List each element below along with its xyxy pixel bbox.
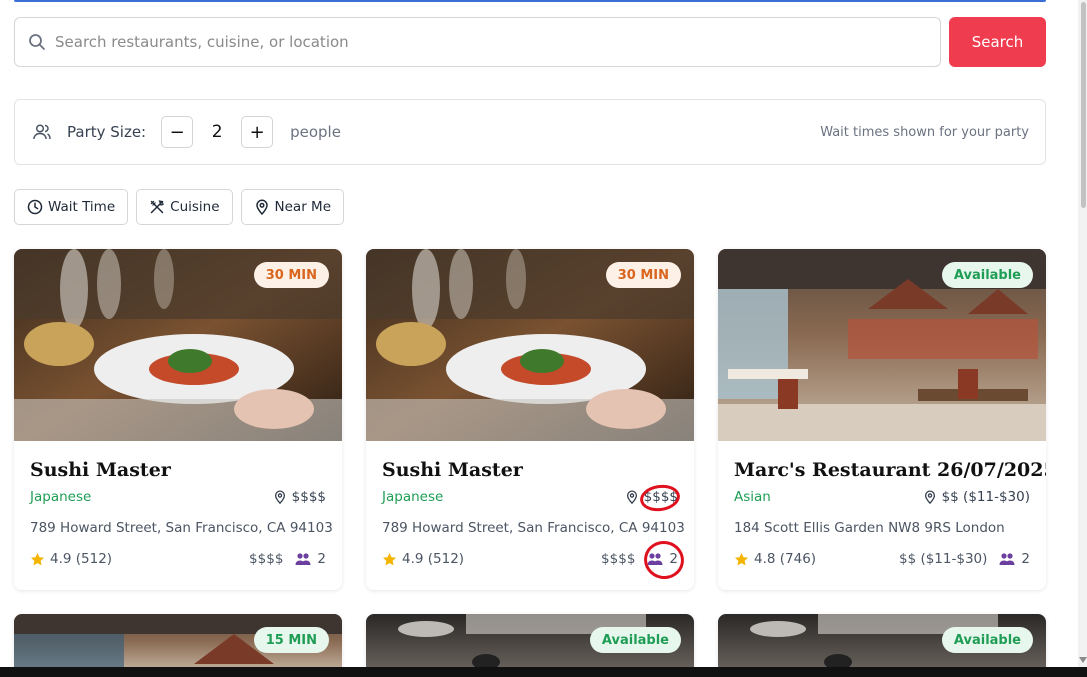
party-count: 2 [317, 551, 326, 567]
map-pin-icon [923, 490, 937, 504]
bottom-bar [0, 667, 1087, 677]
restaurant-address: 789 Howard Street, San Francisco, CA 941… [30, 520, 333, 536]
top-accent-line [14, 0, 1046, 2]
wait-time-badge: 30 MIN [253, 262, 329, 288]
restaurant-card[interactable]: 30 MIN Sushi Master Japanese $$$$ 789 Ho… [366, 249, 694, 590]
filter-label: Wait Time [48, 199, 116, 215]
availability-badge: Available [941, 627, 1033, 653]
filter-label: Cuisine [170, 199, 220, 215]
restaurant-card[interactable]: Available [366, 614, 694, 674]
price-range: $$$$ [249, 551, 284, 567]
restaurant-photo: Available [718, 614, 1046, 674]
star-icon [734, 552, 749, 567]
decrease-party-button[interactable]: − [161, 116, 194, 148]
cuisine-label: Asian [734, 489, 771, 505]
restaurant-address: 184 Scott Ellis Garden NW8 9RS London [734, 520, 1005, 536]
price-level: $$$$ [291, 489, 326, 505]
restaurant-photo: 15 MIN [14, 614, 342, 674]
wait-times-note: Wait times shown for your party [820, 124, 1029, 140]
cuisine-label: Japanese [30, 489, 92, 505]
search-button[interactable]: Search [949, 17, 1046, 67]
party-icon [999, 552, 1015, 566]
star-icon [382, 552, 397, 567]
party-count: 2 [1021, 551, 1030, 567]
map-pin-icon [254, 199, 270, 215]
restaurant-photo: Available [718, 249, 1046, 441]
filter-near-me[interactable]: Near Me [240, 189, 345, 225]
party-size-value: 2 [211, 122, 223, 142]
restaurant-name: Sushi Master [382, 459, 523, 481]
restaurant-photo: 30 MIN [366, 249, 694, 441]
search-icon [28, 33, 46, 51]
restaurant-address: 789 Howard Street, San Francisco, CA 941… [382, 520, 685, 536]
restaurant-name: Sushi Master [30, 459, 171, 481]
restaurant-card[interactable]: 15 MIN [14, 614, 342, 674]
price-level: $$ ($11-$30) [941, 489, 1030, 505]
restaurant-name: Marc's Restaurant 26/07/2025 [734, 459, 1046, 481]
filter-bar: Wait Time Cuisine Near Me [14, 189, 345, 225]
price-range: $$ ($11-$30) [898, 551, 988, 567]
map-pin-icon [625, 490, 639, 504]
clock-icon [27, 199, 43, 215]
party-size-label: Party Size: [67, 123, 147, 141]
rating-value: 4.9 (512) [50, 551, 113, 567]
wait-time-badge: 15 MIN [253, 627, 329, 653]
party-size-panel: Party Size: − 2 + people Wait times show… [14, 99, 1046, 165]
map-pin-icon [273, 490, 287, 504]
availability-badge: Available [589, 627, 681, 653]
rating-value: 4.8 (746) [754, 551, 817, 567]
restaurant-card[interactable]: 30 MIN Sushi Master Japanese $$$$ 789 Ho… [14, 249, 342, 590]
star-icon [30, 552, 45, 567]
utensils-icon [149, 199, 165, 215]
increase-party-button[interactable]: + [241, 116, 274, 148]
search-field-container[interactable] [14, 17, 941, 67]
restaurant-photo: Available [366, 614, 694, 674]
filter-wait-time[interactable]: Wait Time [14, 189, 129, 225]
filter-label: Near Me [274, 199, 332, 215]
restaurant-card[interactable]: Available [718, 614, 1046, 674]
rating-value: 4.9 (512) [402, 551, 465, 567]
party-unit-label: people [290, 123, 341, 141]
scrollbar-thumb[interactable] [1081, 2, 1086, 208]
restaurant-photo: 30 MIN [14, 249, 342, 441]
restaurant-card[interactable]: Available Marc's Restaurant 26/07/2025 A… [718, 249, 1046, 590]
availability-badge: Available [941, 262, 1033, 288]
price-range: $$$$ [601, 551, 636, 567]
wait-time-badge: 30 MIN [605, 262, 681, 288]
filter-cuisine[interactable]: Cuisine [136, 189, 233, 225]
search-input[interactable] [55, 33, 940, 51]
party-icon [295, 552, 311, 566]
users-icon [32, 122, 52, 142]
cuisine-label: Japanese [382, 489, 444, 505]
scroll-down-arrow-icon[interactable] [1079, 650, 1087, 663]
